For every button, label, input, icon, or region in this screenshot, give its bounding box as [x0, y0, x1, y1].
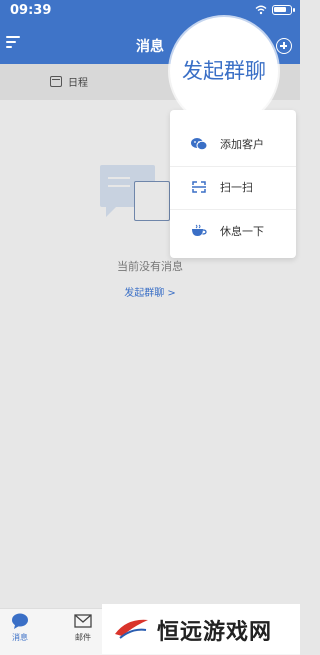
watermark-text: 恒远游戏网 — [157, 620, 273, 645]
calendar-icon — [50, 76, 62, 87]
zoom-callout: 发起群聊 — [170, 17, 278, 125]
tab-schedule[interactable]: 日程 — [50, 74, 88, 89]
scan-icon — [192, 181, 206, 193]
tab-schedule-label: 日程 — [68, 78, 88, 89]
bottom-tab-messages[interactable]: 消息 — [0, 613, 40, 643]
status-bar: 09:39 — [0, 0, 300, 24]
status-icons — [255, 5, 295, 15]
site-watermark: 恒远游戏网 — [102, 604, 300, 654]
menu-item-label: 休息一下 — [220, 225, 264, 238]
empty-messages-illustration — [100, 165, 170, 225]
divider — [170, 209, 296, 210]
empty-message: 当前没有消息 — [117, 260, 183, 273]
wechat-icon — [191, 138, 208, 151]
menu-item-take-break[interactable]: 休息一下 — [170, 211, 296, 251]
chat-bubble-icon — [12, 613, 28, 629]
bottom-tab-label: 邮件 — [75, 633, 91, 642]
bottom-tab-label: 消息 — [12, 633, 28, 642]
menu-item-label: 添加客户 — [220, 138, 264, 151]
status-time: 09:39 — [10, 3, 52, 18]
zoom-callout-label: 发起群聊 — [182, 59, 266, 83]
start-group-chat-link[interactable]: 发起群聊 > — [0, 284, 300, 299]
bottom-tab-mail[interactable]: 邮件 — [63, 613, 103, 643]
menu-item-scan[interactable]: 扫一扫 — [170, 167, 296, 207]
battery-icon — [272, 5, 295, 15]
add-popup-menu: 添加客户 扫一扫 休息一下 — [170, 110, 296, 258]
wifi-icon — [255, 5, 267, 15]
watermark-logo-icon — [115, 619, 148, 639]
mail-icon — [74, 614, 92, 628]
menu-item-add-customer[interactable]: 添加客户 — [170, 124, 296, 164]
coffee-cup-icon — [192, 224, 207, 236]
menu-item-label: 扫一扫 — [220, 181, 253, 194]
add-icon[interactable] — [276, 38, 292, 54]
